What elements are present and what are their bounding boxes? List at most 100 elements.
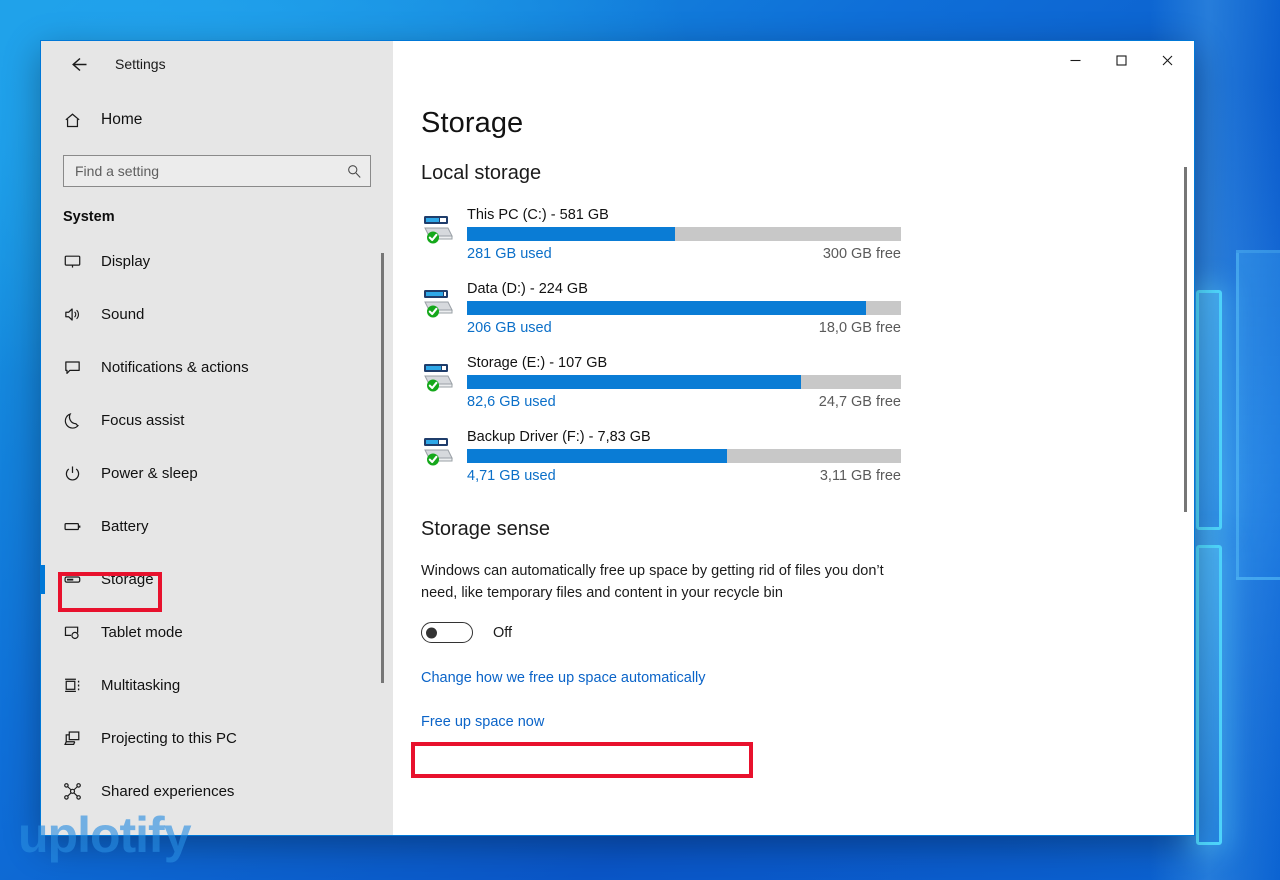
sidebar-item-label: Power & sleep xyxy=(101,465,198,482)
sidebar-item-label: Sound xyxy=(101,306,145,323)
storage-sense-toggle[interactable] xyxy=(421,622,473,644)
toggle-knob xyxy=(426,627,437,639)
drive-used-label: 281 GB used xyxy=(467,246,552,262)
close-button[interactable] xyxy=(1144,41,1190,79)
sidebar-item-label: Multitasking xyxy=(101,677,181,694)
speaker-icon xyxy=(63,305,95,324)
sidebar-item-label: Tablet mode xyxy=(101,624,183,641)
sidebar-item-storage[interactable]: Storage xyxy=(41,553,393,606)
search-input[interactable] xyxy=(75,163,346,179)
drive-usage-legend: 281 GB used 300 GB free xyxy=(467,246,901,262)
drive-name: Data (D:) - 224 GB xyxy=(467,281,588,297)
share-icon xyxy=(63,782,95,801)
free-up-space-now-link[interactable]: Free up space now xyxy=(421,714,544,730)
drive-used-label: 206 GB used xyxy=(467,320,552,336)
home-icon xyxy=(63,111,95,130)
sidebar-item-power-sleep[interactable]: Power & sleep xyxy=(41,447,393,500)
moon-icon xyxy=(63,411,95,430)
sidebar-item-label: Battery xyxy=(101,518,149,535)
sidebar: Settings Home Syste xyxy=(41,41,393,835)
sidebar-item-multitasking[interactable]: Multitasking xyxy=(41,659,393,712)
sidebar-item-shared-experiences[interactable]: Shared experiences xyxy=(41,765,393,818)
local-storage-heading: Local storage xyxy=(421,162,542,184)
settings-window: Settings Home Syste xyxy=(40,40,1195,836)
page-title: Storage xyxy=(421,107,524,139)
sidebar-item-home[interactable]: Home xyxy=(41,99,393,141)
drive-usage-bar xyxy=(467,227,901,241)
drive-free-label: 18,0 GB free xyxy=(818,320,901,336)
drive-name: This PC (C:) - 581 GB xyxy=(467,207,609,223)
hard-drive-icon xyxy=(421,207,467,262)
projecting-icon xyxy=(63,729,95,748)
drive-row[interactable]: Storage (E:) - 107 GB 82,6 GB used 24,7 … xyxy=(421,355,1194,410)
sidebar-item-label: Display xyxy=(101,253,151,270)
search-icon[interactable] xyxy=(346,163,362,179)
power-icon xyxy=(63,464,95,483)
hard-drive-icon xyxy=(421,281,467,336)
storage-sense-heading: Storage sense xyxy=(421,518,550,540)
drive-row[interactable]: This PC (C:) - 581 GB 281 GB used 300 GB… xyxy=(421,207,1194,262)
sidebar-item-notifications[interactable]: Notifications & actions xyxy=(41,341,393,394)
hard-drive-icon xyxy=(421,429,467,484)
minimize-button[interactable] xyxy=(1052,41,1098,79)
sidebar-scrollbar[interactable] xyxy=(381,253,384,683)
sidebar-item-label: Shared experiences xyxy=(101,783,235,800)
drive-usage-bar xyxy=(467,301,901,315)
battery-icon xyxy=(63,517,95,536)
hard-drive-icon xyxy=(421,355,467,410)
sidebar-item-battery[interactable]: Battery xyxy=(41,500,393,553)
drive-usage-fill xyxy=(467,301,867,315)
toggle-state-label: Off xyxy=(493,624,513,641)
drive-usage-fill xyxy=(467,449,728,463)
notification-icon xyxy=(63,358,95,377)
monitor-icon xyxy=(63,252,95,271)
drive-usage-bar xyxy=(467,375,901,389)
search-box[interactable] xyxy=(63,155,371,187)
sidebar-group-heading: System xyxy=(63,209,115,225)
app-title: Settings xyxy=(115,56,166,72)
sidebar-item-label: Focus assist xyxy=(101,412,185,429)
drive-row[interactable]: Data (D:) - 224 GB 206 GB used 18,0 GB f… xyxy=(421,281,1194,336)
drive-usage-bar xyxy=(467,449,901,463)
search-container xyxy=(41,141,393,187)
drive-name: Storage (E:) - 107 GB xyxy=(467,355,608,371)
wallpaper-window-shape-lower xyxy=(1196,545,1222,845)
window-titlebar-right xyxy=(393,41,1194,87)
drive-usage-legend: 4,71 GB used 3,11 GB free xyxy=(467,468,901,484)
drive-used-label: 82,6 GB used xyxy=(467,394,556,410)
main-content: Storage Local storage This PC (C:) - 581… xyxy=(393,41,1194,835)
drive-usage-fill xyxy=(467,375,802,389)
drive-free-label: 24,7 GB free xyxy=(818,394,901,410)
wallpaper-window-shape-back xyxy=(1236,250,1280,580)
sidebar-item-display[interactable]: Display xyxy=(41,235,393,288)
content-scrollbar[interactable] xyxy=(1184,167,1187,512)
sidebar-item-projecting[interactable]: Projecting to this PC xyxy=(41,712,393,765)
drive-list: This PC (C:) - 581 GB 281 GB used 300 GB… xyxy=(421,207,1194,484)
drive-row[interactable]: Backup Driver (F:) - 7,83 GB 4,71 GB use… xyxy=(421,429,1194,484)
drive-usage-fill xyxy=(467,227,676,241)
storage-sense-toggle-row: Off xyxy=(421,622,1194,644)
sidebar-item-label: Notifications & actions xyxy=(101,359,249,376)
sidebar-item-sound[interactable]: Sound xyxy=(41,288,393,341)
sidebar-item-label: Projecting to this PC xyxy=(101,730,237,747)
wallpaper-window-shape-upper xyxy=(1196,290,1222,530)
window-titlebar-left: Settings xyxy=(41,41,393,87)
drive-free-label: 300 GB free xyxy=(822,246,901,262)
maximize-button[interactable] xyxy=(1098,41,1144,79)
tablet-icon xyxy=(63,623,95,642)
change-free-space-link[interactable]: Change how we free up space automaticall… xyxy=(421,670,706,686)
drive-free-label: 3,11 GB free xyxy=(819,468,901,484)
sidebar-item-home-label: Home xyxy=(101,111,143,128)
sidebar-item-focus-assist[interactable]: Focus assist xyxy=(41,394,393,447)
multitasking-icon xyxy=(63,676,95,695)
storage-sense-description: Windows can automatically free up space … xyxy=(421,563,884,601)
drive-name: Backup Driver (F:) - 7,83 GB xyxy=(467,429,651,445)
storage-icon xyxy=(63,570,95,589)
drive-usage-legend: 82,6 GB used 24,7 GB free xyxy=(467,394,901,410)
back-button[interactable] xyxy=(57,48,101,80)
sidebar-item-label: Storage xyxy=(101,571,154,588)
sidebar-item-tablet-mode[interactable]: Tablet mode xyxy=(41,606,393,659)
drive-usage-legend: 206 GB used 18,0 GB free xyxy=(467,320,901,336)
sidebar-nav-list: Display Sound Notifications & actions Fo… xyxy=(41,235,393,835)
drive-used-label: 4,71 GB used xyxy=(467,468,556,484)
